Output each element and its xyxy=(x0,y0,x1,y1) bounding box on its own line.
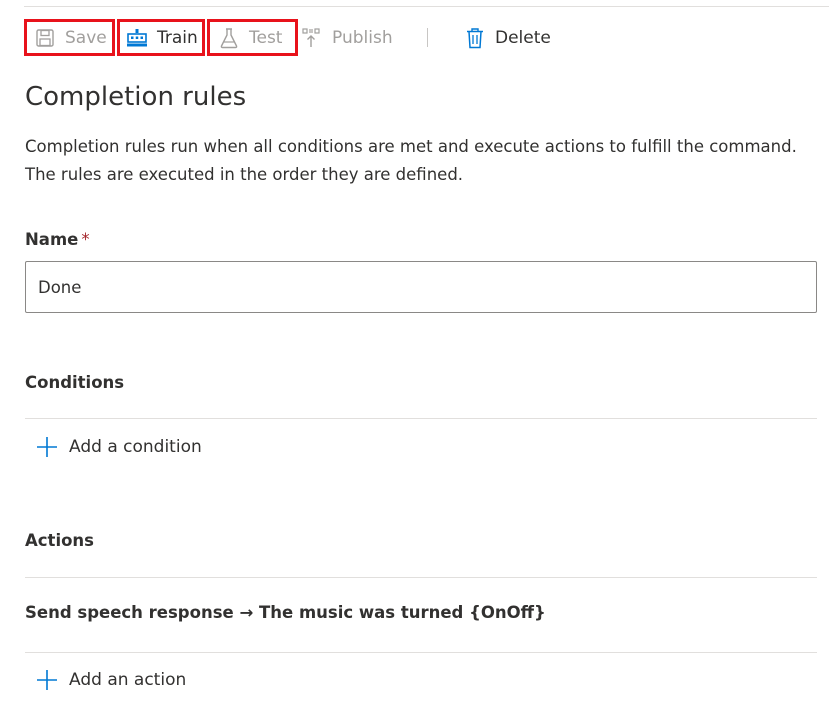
add-action-label: Add an action xyxy=(69,670,187,690)
conditions-section-title: Conditions xyxy=(25,373,125,392)
test-button[interactable]: Test xyxy=(207,19,298,56)
name-input[interactable] xyxy=(25,261,817,313)
save-label: Save xyxy=(65,27,107,48)
publish-button[interactable]: Publish xyxy=(301,19,411,56)
page-description: Completion rules run when all conditions… xyxy=(25,133,825,189)
conditions-divider xyxy=(25,418,817,419)
plus-icon xyxy=(35,668,59,692)
top-border xyxy=(24,6,829,7)
train-icon xyxy=(126,27,148,49)
command-toolbar: Save Train Test Publish Delete xyxy=(24,19,824,56)
name-label-text: Name xyxy=(25,230,79,249)
plus-icon xyxy=(35,435,59,459)
publish-icon xyxy=(301,27,323,49)
trash-icon xyxy=(464,27,486,49)
action-item-divider xyxy=(25,652,817,653)
page-title: Completion rules xyxy=(25,82,247,112)
flask-icon xyxy=(218,27,240,49)
add-condition-label: Add a condition xyxy=(69,437,202,457)
required-mark: * xyxy=(81,230,90,249)
save-icon xyxy=(34,27,56,49)
name-field-label: Name * xyxy=(25,230,90,249)
test-label: Test xyxy=(249,27,283,48)
actions-section-title: Actions xyxy=(25,531,94,550)
description-line-1: Completion rules run when all conditions… xyxy=(25,137,797,156)
save-button[interactable]: Save xyxy=(24,19,115,56)
toolbar-separator xyxy=(427,28,428,47)
train-button[interactable]: Train xyxy=(117,19,205,56)
delete-label: Delete xyxy=(495,27,551,48)
delete-button[interactable]: Delete xyxy=(464,19,574,56)
add-condition-button[interactable]: Add a condition xyxy=(35,434,202,460)
train-label: Train xyxy=(157,27,198,48)
publish-label: Publish xyxy=(332,27,393,48)
description-line-2: The rules are executed in the order they… xyxy=(25,165,464,184)
actions-divider xyxy=(25,577,817,578)
action-item-speech-response[interactable]: Send speech response → The music was tur… xyxy=(25,603,546,622)
add-action-button[interactable]: Add an action xyxy=(35,667,186,693)
